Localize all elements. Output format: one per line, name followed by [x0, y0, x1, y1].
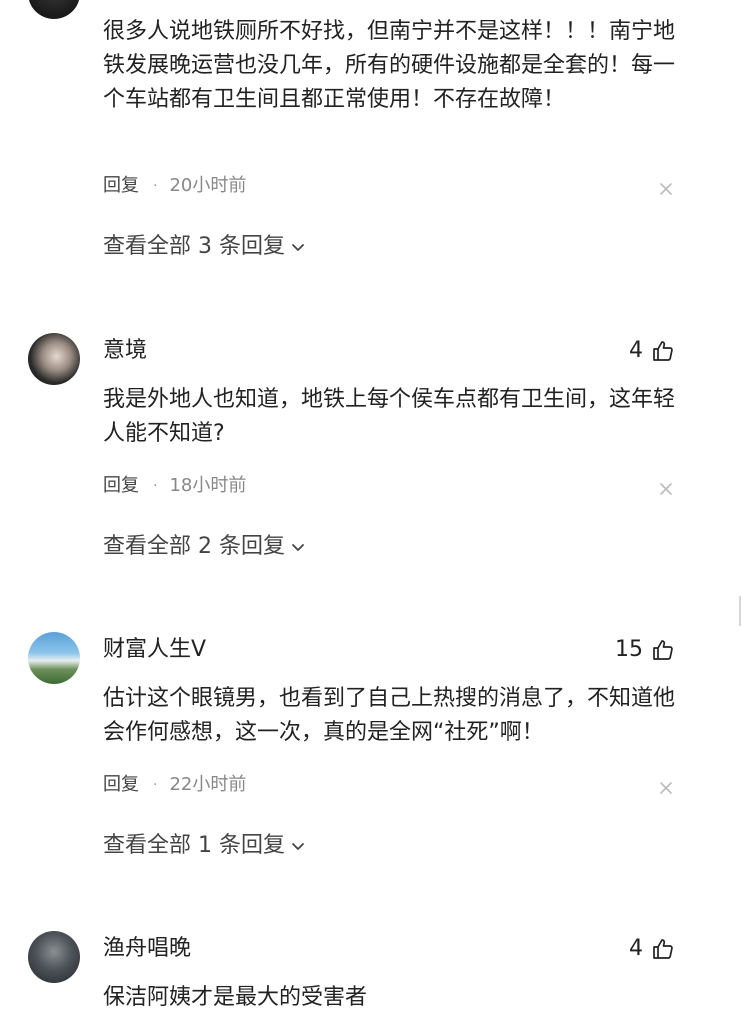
meta-separator: · — [153, 178, 158, 194]
view-all-replies-label: 查看全部 3 条回复 — [103, 234, 285, 259]
view-all-replies-button[interactable]: 查看全部 2 条回复 — [103, 532, 307, 562]
comment-meta: 回复 · 22小时前 — [103, 773, 246, 797]
comment-meta: 回复 · 20小时前 — [103, 174, 246, 198]
comment-text: 很多人说地铁厕所不好找，但南宁并不是这样！！！南宁地铁发展晚运营也没几年，所有的… — [103, 19, 676, 112]
avatar[interactable] — [28, 632, 80, 684]
chevron-down-icon — [292, 843, 304, 850]
like-count: 15 — [615, 637, 643, 662]
reply-button[interactable]: 回复 — [103, 174, 139, 198]
meta-separator: · — [153, 777, 158, 793]
like-button[interactable]: 4 — [629, 336, 675, 366]
close-icon[interactable] — [657, 779, 675, 797]
chevron-down-icon — [292, 544, 304, 551]
avatar[interactable] — [28, 931, 80, 983]
like-button[interactable]: 15 — [615, 635, 675, 665]
like-count: 4 — [629, 338, 643, 363]
view-all-replies-button[interactable]: 查看全部 1 条回复 — [103, 831, 307, 861]
view-all-replies-label: 查看全部 1 条回复 — [103, 833, 285, 858]
comment-author[interactable]: 财富人生V — [103, 635, 206, 665]
comment-time: 22小时前 — [169, 774, 247, 795]
avatar[interactable] — [28, 333, 80, 385]
close-icon[interactable] — [657, 480, 675, 498]
reply-button[interactable]: 回复 — [103, 474, 139, 498]
comment-text: 估计这个眼镜男，也看到了自己上热搜的消息了，不知道他会作何感想，这一次，真的是全… — [103, 686, 676, 745]
reply-button[interactable]: 回复 — [103, 773, 139, 797]
comment-author[interactable]: 意境 — [103, 336, 147, 366]
comment-text: 我是外地人也知道，地铁上每个侯车点都有卫生间，这年轻人能不知道? — [103, 387, 676, 446]
comment-author[interactable]: 渔舟唱晚 — [103, 934, 191, 964]
comment-time: 20小时前 — [169, 175, 247, 196]
like-count: 4 — [629, 936, 643, 961]
view-all-replies-label: 查看全部 2 条回复 — [103, 534, 285, 559]
avatar[interactable] — [28, 0, 80, 19]
comment-time: 18小时前 — [169, 475, 247, 496]
close-icon[interactable] — [657, 180, 675, 198]
thumbs-up-icon — [653, 341, 673, 361]
view-all-replies-button[interactable]: 查看全部 3 条回复 — [103, 232, 307, 262]
thumbs-up-icon — [653, 939, 673, 959]
thumbs-up-icon — [653, 640, 673, 660]
comment-meta: 回复 · 18小时前 — [103, 474, 246, 498]
comment-text: 保洁阿姨才是最大的受害者 — [103, 985, 368, 1010]
chevron-down-icon — [292, 244, 304, 251]
meta-separator: · — [153, 478, 158, 494]
like-button[interactable]: 4 — [629, 934, 675, 964]
